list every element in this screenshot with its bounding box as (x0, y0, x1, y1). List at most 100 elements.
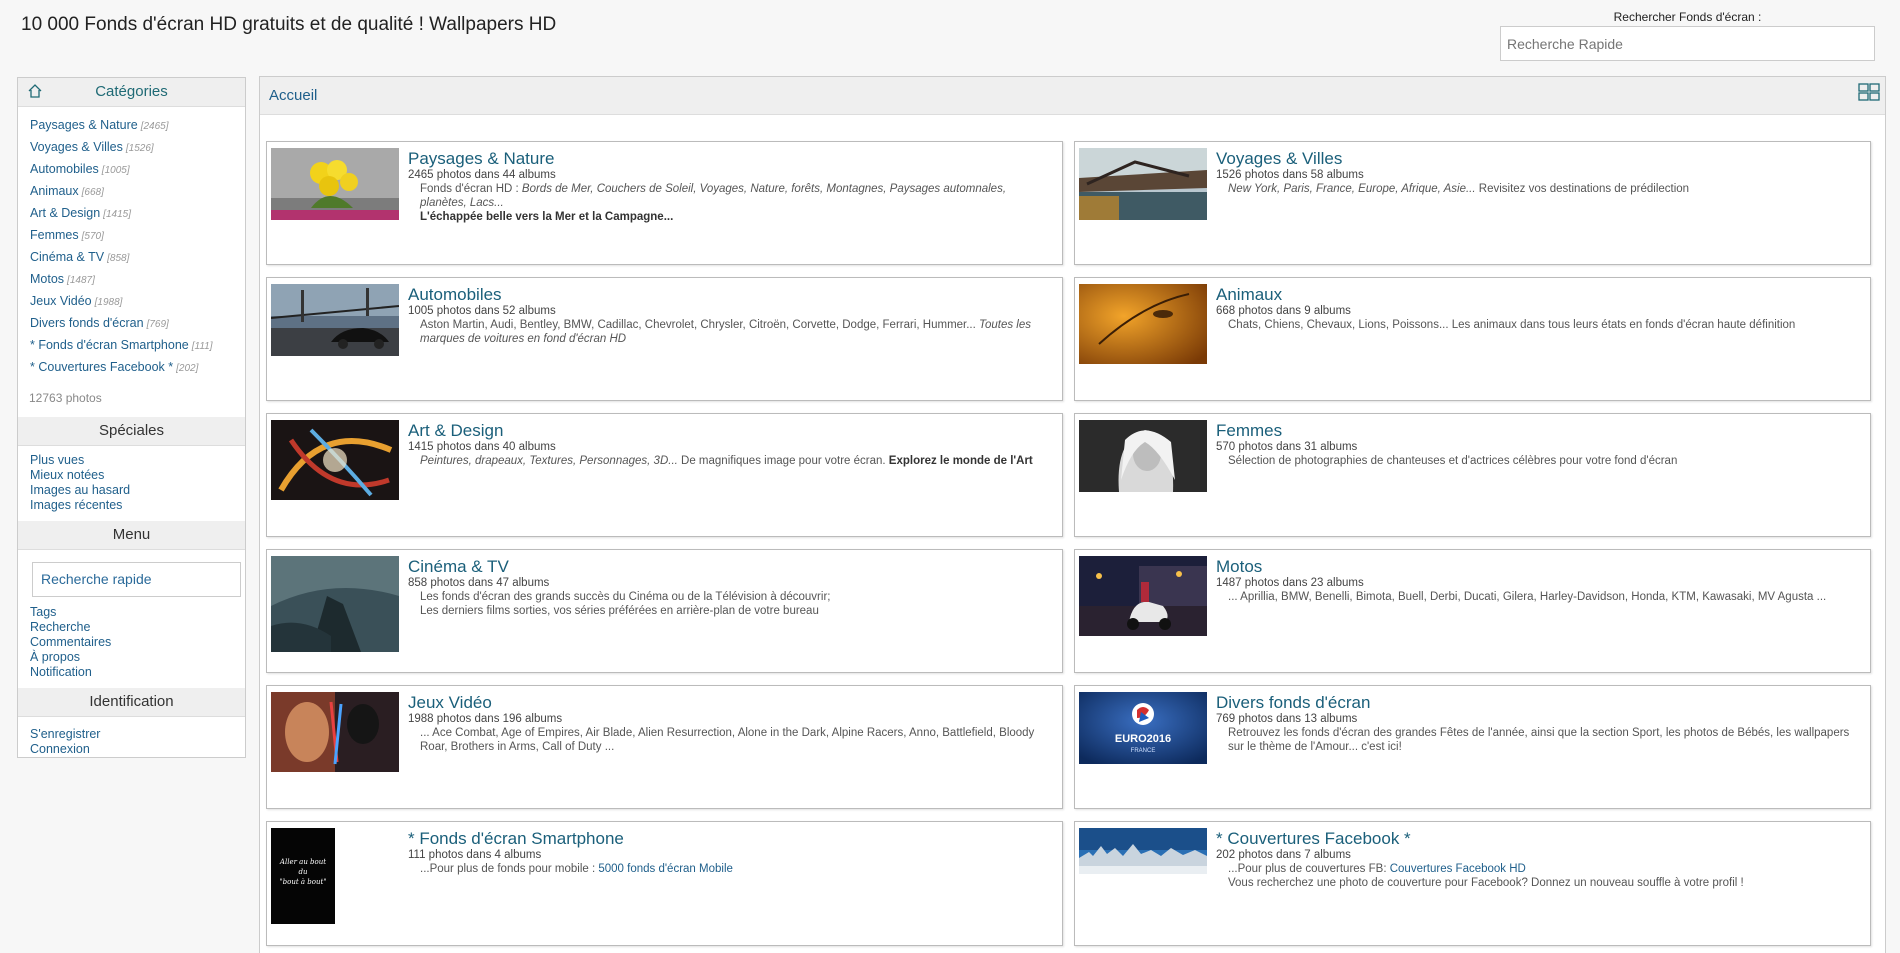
mobile-link[interactable]: 5000 fonds d'écran Mobile (598, 863, 733, 875)
card-info: Voyages & Villes 1526 photos dans 58 alb… (1216, 149, 1862, 196)
thumbnail-motos[interactable] (1079, 556, 1207, 636)
list-item: Cinéma & TV [858] (30, 247, 233, 269)
category-link[interactable]: Motos (30, 272, 64, 286)
category-link[interactable]: Divers fonds d'écran (30, 316, 144, 330)
card-info: Art & Design 1415 photos dans 40 albums … (408, 421, 1054, 468)
card-description: L'échappée belle vers la Mer et la Campa… (420, 211, 674, 223)
card-meta: 111 photos dans 4 albums (408, 849, 542, 861)
login-link[interactable]: Connexion (30, 742, 90, 756)
menu-link[interactable]: À propos (30, 650, 80, 664)
card-meta: 769 photos dans 13 albums (1216, 713, 1358, 725)
card-meta: 1526 photos dans 58 albums (1216, 169, 1364, 181)
list-item: Connexion (30, 742, 233, 757)
category-link[interactable]: Jeux Vidéo (30, 294, 92, 308)
menu-header: Menu (18, 521, 245, 550)
card-meta: 858 photos dans 47 albums (408, 577, 550, 589)
speciales-link[interactable]: Plus vues (30, 453, 84, 467)
card-description: Sélection de photographies de chanteuses… (1228, 455, 1678, 467)
thumbnail-divers[interactable]: EURO2016 FRANCE (1079, 692, 1207, 764)
category-count: [769] (146, 319, 169, 330)
category-link[interactable]: Femmes (30, 228, 79, 242)
card-description: Chats, Chiens, Chevaux, Lions, Poissons.… (1228, 319, 1796, 331)
list-item: Recherche (30, 620, 233, 635)
speciales-link[interactable]: Mieux notées (30, 468, 104, 482)
facebook-link[interactable]: Couvertures Facebook HD (1390, 863, 1526, 875)
list-item: Art & Design [1415] (30, 203, 233, 225)
category-link[interactable]: Animaux (30, 184, 79, 198)
card-meta: 1415 photos dans 40 albums (408, 441, 556, 453)
category-link[interactable]: Paysages & Nature (30, 118, 138, 132)
thumbnail-jeux-video[interactable] (271, 692, 399, 772)
card-title[interactable]: * Couvertures Facebook * (1216, 829, 1862, 848)
thumbnail-automobiles[interactable] (271, 284, 399, 356)
menu-link[interactable]: Recherche (30, 620, 90, 634)
card-title[interactable]: Jeux Vidéo (408, 693, 1054, 712)
card-meta: 2465 photos dans 44 albums (408, 169, 556, 181)
card-meta: 202 photos dans 7 albums (1216, 849, 1351, 861)
list-item: Tags (30, 605, 233, 620)
card-title[interactable]: Animaux (1216, 285, 1862, 304)
category-count: [1988] (94, 297, 123, 308)
main-content: Accueil Paysages & Nature 2465 photos da… (259, 76, 1886, 953)
card-title[interactable]: Femmes (1216, 421, 1862, 440)
card-title[interactable]: Paysages & Nature (408, 149, 1054, 168)
site-title: 10 000 Fonds d'écran HD gratuits et de q… (21, 14, 557, 35)
menu-link[interactable]: Commentaires (30, 635, 111, 649)
thumbnail-facebook[interactable] (1079, 828, 1207, 874)
card-description: New York, Paris, France, Europe, Afrique… (1228, 183, 1690, 195)
card-info: Animaux 668 photos dans 9 albums Chats, … (1216, 285, 1862, 332)
thumbnail-animaux[interactable] (1079, 284, 1207, 364)
category-link[interactable]: Voyages & Villes (30, 140, 123, 154)
card-meta: 1487 photos dans 23 albums (1216, 577, 1364, 589)
card-title[interactable]: Voyages & Villes (1216, 149, 1862, 168)
list-item: Notification (30, 665, 233, 680)
category-card-paysages: Paysages & Nature 2465 photos dans 44 al… (266, 141, 1063, 265)
home-icon[interactable] (27, 83, 43, 99)
card-title[interactable]: Art & Design (408, 421, 1054, 440)
card-description: Vous recherchez une photo de couverture … (1228, 877, 1744, 889)
category-card-smartphone: Aller au bout du "bout à bout" * Fonds d… (266, 821, 1063, 946)
card-title[interactable]: Divers fonds d'écran (1216, 693, 1862, 712)
search-label: Rechercher Fonds d'écran : (1613, 10, 1762, 24)
speciales-link[interactable]: Images récentes (30, 498, 122, 512)
thumbnail-paysages[interactable] (271, 148, 399, 220)
category-link[interactable]: Cinéma & TV (30, 250, 104, 264)
card-description: Les fonds d'écran des grands succès du C… (420, 591, 831, 603)
category-link[interactable]: Automobiles (30, 162, 99, 176)
speciales-link[interactable]: Images au hasard (30, 483, 130, 497)
category-card-femmes: Femmes 570 photos dans 31 albums Sélecti… (1074, 413, 1871, 537)
list-item: Plus vues (30, 453, 233, 468)
menu-search-input[interactable]: Recherche rapide (32, 562, 241, 597)
category-link[interactable]: Art & Design (30, 206, 100, 220)
card-title[interactable]: Motos (1216, 557, 1862, 576)
thumbnail-art-design[interactable] (271, 420, 399, 500)
category-link[interactable]: * Couvertures Facebook * (30, 360, 173, 374)
thumbnail-femmes[interactable] (1079, 420, 1207, 492)
card-title[interactable]: Automobiles (408, 285, 1054, 304)
card-title[interactable]: * Fonds d'écran Smartphone (408, 829, 1054, 848)
category-link[interactable]: * Fonds d'écran Smartphone (30, 338, 189, 352)
breadcrumb-home[interactable]: Accueil (269, 87, 317, 104)
quick-search: Rechercher Fonds d'écran : (1500, 10, 1875, 61)
category-card-voyages: Voyages & Villes 1526 photos dans 58 alb… (1074, 141, 1871, 265)
category-count: [111] (191, 341, 213, 352)
grid-view-icon[interactable] (1858, 83, 1880, 101)
search-input[interactable] (1500, 26, 1875, 61)
menu-link[interactable]: Notification (30, 665, 92, 679)
thumbnail-smartphone[interactable]: Aller au bout du "bout à bout" (271, 828, 335, 924)
list-item: Automobiles [1005] (30, 159, 233, 181)
card-info: Automobiles 1005 photos dans 52 albums A… (408, 285, 1054, 346)
register-link[interactable]: S'enregistrer (30, 727, 100, 741)
card-info: * Fonds d'écran Smartphone 111 photos da… (408, 829, 1054, 876)
thumbnail-voyages[interactable] (1079, 148, 1207, 220)
card-title[interactable]: Cinéma & TV (408, 557, 1054, 576)
category-count: [202] (176, 363, 199, 374)
category-count: [858] (107, 253, 130, 264)
list-item: Images au hasard (30, 483, 233, 498)
thumbnail-cinema[interactable] (271, 556, 399, 652)
category-card-facebook: * Couvertures Facebook * 202 photos dans… (1074, 821, 1871, 946)
menu-link[interactable]: Tags (30, 605, 56, 619)
list-item: Commentaires (30, 635, 233, 650)
card-description: ...Pour plus de couvertures FB: Couvertu… (1228, 863, 1526, 875)
card-description: ...Pour plus de fonds pour mobile : 5000… (420, 863, 733, 875)
